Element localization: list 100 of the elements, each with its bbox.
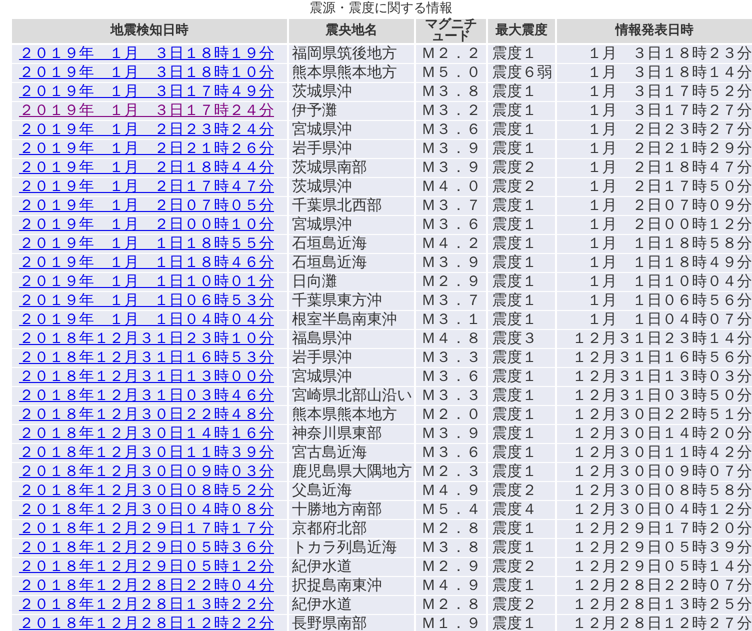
table-cell: 熊本県熊本地方 — [288, 63, 415, 82]
table-cell: 茨城県沖 — [288, 177, 415, 196]
table-cell: 紀伊水道 — [288, 557, 415, 576]
table-cell: Ｍ５．４ — [415, 500, 487, 519]
table-cell: １２月３０日１４時２０分 — [556, 424, 752, 443]
table-cell: 震度１ — [487, 367, 556, 386]
table-cell: Ｍ１．９ — [415, 614, 487, 631]
table-cell: Ｍ３．６ — [415, 120, 487, 139]
table-cell: １月 １日１８時５８分 — [556, 234, 752, 253]
table-cell: １２月２９日０５時３９分 — [556, 538, 752, 557]
table-cell: Ｍ４．９ — [415, 576, 487, 595]
table-cell: Ｍ４．９ — [415, 481, 487, 500]
table-cell: 父島近海 — [288, 481, 415, 500]
table-cell: 震度１ — [487, 462, 556, 481]
table-cell: １月 ２日２３時２７分 — [556, 120, 752, 139]
table-cell: 震度１ — [487, 272, 556, 291]
table-cell: 伊予灘 — [288, 101, 415, 120]
column-header: 震央地名 — [288, 18, 415, 44]
table-cell: １月 ２日１８時４７分 — [556, 158, 752, 177]
table-cell: 宮崎県北部山沿い — [288, 386, 415, 405]
table-cell: Ｍ４．０ — [415, 177, 487, 196]
table-cell: Ｍ２．２ — [415, 44, 487, 63]
table-cell: 長野県南部 — [288, 614, 415, 631]
table-cell: 震度１ — [487, 101, 556, 120]
table-cell: Ｍ３．６ — [415, 367, 487, 386]
table-cell: 震度１ — [487, 310, 556, 329]
table-cell: １月 １日１８時４９分 — [556, 253, 752, 272]
table-cell: 岩手県沖 — [288, 348, 415, 367]
table-cell: 震度１ — [487, 120, 556, 139]
table-cell: 震度１ — [487, 519, 556, 538]
table-cell: 震度１ — [487, 139, 556, 158]
table-cell: 熊本県熊本地方 — [288, 405, 415, 424]
table-cell: Ｍ２．３ — [415, 462, 487, 481]
column-header: マグニチュード — [415, 18, 487, 44]
table-cell: 震度１ — [487, 424, 556, 443]
table-cell: Ｍ３．６ — [415, 443, 487, 462]
table-cell: 震度１ — [487, 614, 556, 631]
table-cell: 震度２ — [487, 481, 556, 500]
table-caption: 震源・震度に関する情報 — [308, 0, 454, 17]
table-cell: 紀伊水道 — [288, 595, 415, 614]
table-cell: 岩手県沖 — [288, 139, 415, 158]
table-cell: １月 ３日１７時５２分 — [556, 82, 752, 101]
table-cell: 震度２ — [487, 557, 556, 576]
table-cell: 震度１ — [487, 234, 556, 253]
table-cell: １月 ３日１７時２７分 — [556, 101, 752, 120]
table-cell: １月 ３日１８時１４分 — [556, 63, 752, 82]
table-cell: １２月３０日１１時４２分 — [556, 443, 752, 462]
table-cell: 震度４ — [487, 500, 556, 519]
table-cell: １２月２８日１２時２７分 — [556, 614, 752, 631]
table-cell: 宮城県沖 — [288, 215, 415, 234]
table-cell: Ｍ２．８ — [415, 519, 487, 538]
table-cell: 震度１ — [487, 538, 556, 557]
table-cell: １月 １日０４時０７分 — [556, 310, 752, 329]
table-cell: １２月２８日２２時０７分 — [556, 576, 752, 595]
table-cell: 福島県沖 — [288, 329, 415, 348]
column-header: 地震検知日時 — [11, 18, 288, 44]
table-cell: トカラ列島近海 — [288, 538, 415, 557]
column-header: 情報発表日時 — [556, 18, 752, 44]
table-cell: Ｍ３．９ — [415, 424, 487, 443]
column-header: 最大震度 — [487, 18, 556, 44]
table-cell: Ｍ３．９ — [415, 158, 487, 177]
table-cell: 震度２ — [487, 595, 556, 614]
table-cell: １月 ２日１７時５０分 — [556, 177, 752, 196]
table-cell: 宮古島近海 — [288, 443, 415, 462]
table-cell: １２月２９日１７時２０分 — [556, 519, 752, 538]
table-cell: 茨城県南部 — [288, 158, 415, 177]
table-cell: 千葉県東方沖 — [288, 291, 415, 310]
table-cell: Ｍ４．２ — [415, 234, 487, 253]
table-cell: Ｍ４．８ — [415, 329, 487, 348]
table-cell: １月 ２日０７時０９分 — [556, 196, 752, 215]
table-cell: Ｍ３．８ — [415, 538, 487, 557]
table-cell: Ｍ２．９ — [415, 272, 487, 291]
table-cell: １２月３０日０９時０７分 — [556, 462, 752, 481]
table-cell: １２月３１日１３時０３分 — [556, 367, 752, 386]
table-cell: 震度１ — [487, 44, 556, 63]
table-cell: 震度１ — [487, 386, 556, 405]
table-cell: １２月３０日２２時５１分 — [556, 405, 752, 424]
table-cell: 神奈川県東部 — [288, 424, 415, 443]
table-cell: １２月３１日２３時１４分 — [556, 329, 752, 348]
table-cell: 震度６弱 — [487, 63, 556, 82]
table-cell: Ｍ３．９ — [415, 139, 487, 158]
table-cell: 鹿児島県大隅地方 — [288, 462, 415, 481]
table-cell: 石垣島近海 — [288, 234, 415, 253]
table-cell: １２月３０日０８時５８分 — [556, 481, 752, 500]
table-cell: 震度１ — [487, 576, 556, 595]
table-cell: 震度１ — [487, 196, 556, 215]
table-cell: 根室半島南東沖 — [288, 310, 415, 329]
table-cell: Ｍ３．２ — [415, 101, 487, 120]
table-cell: １２月３１日１６時５６分 — [556, 348, 752, 367]
table-cell: 震度３ — [487, 329, 556, 348]
table-cell: 震度１ — [487, 82, 556, 101]
table-cell: Ｍ３．１ — [415, 310, 487, 329]
table-cell: 日向灘 — [288, 272, 415, 291]
table-cell: 震度１ — [487, 291, 556, 310]
table-cell: １月 ２日００時１２分 — [556, 215, 752, 234]
table-cell: Ｍ３．３ — [415, 348, 487, 367]
table-cell: 千葉県北西部 — [288, 196, 415, 215]
table-cell: １２月３１日０３時５０分 — [556, 386, 752, 405]
table-cell: 福岡県筑後地方 — [288, 44, 415, 63]
table-cell: 震度１ — [487, 405, 556, 424]
